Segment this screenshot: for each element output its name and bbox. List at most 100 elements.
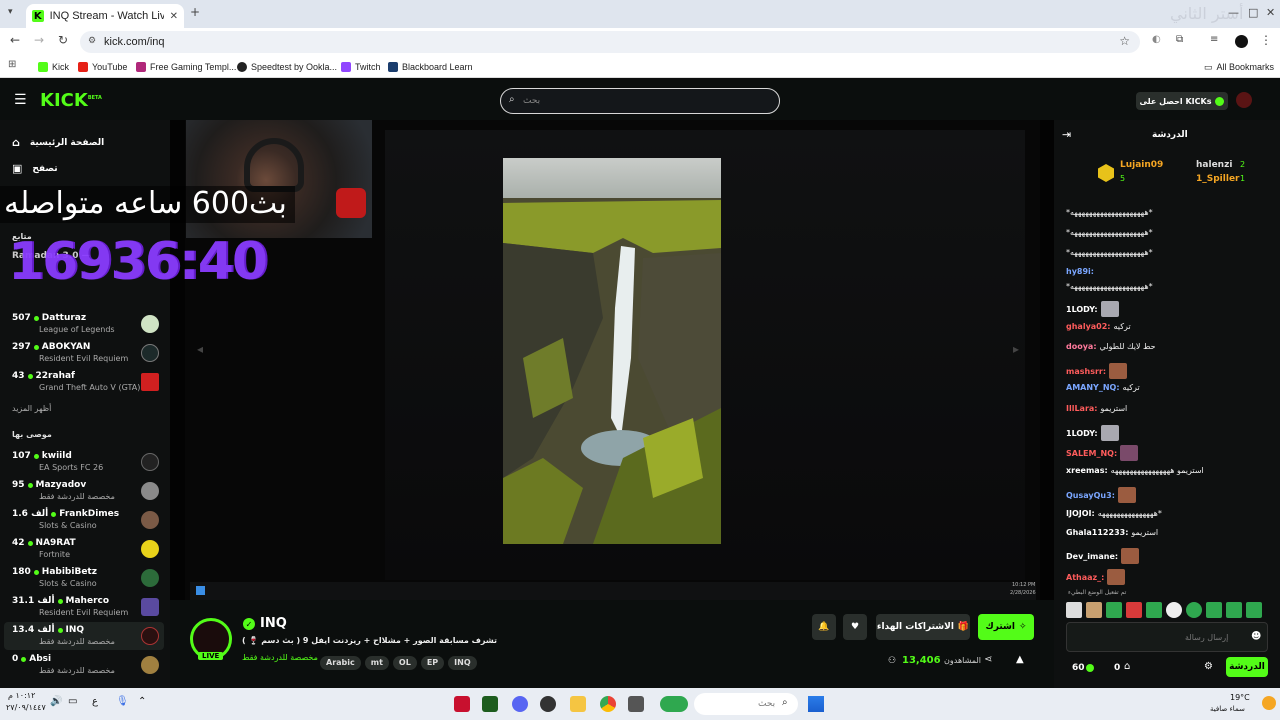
sidebar-nav-home[interactable]: ⌂ الصفحة الرئيسية <box>12 136 104 149</box>
chat-rules-icon[interactable]: ⌂ <box>1124 661 1130 672</box>
emote-icon[interactable] <box>1246 602 1262 618</box>
list-item[interactable]: 43 22rahaf Grand Theft Auto V (GTA) <box>4 368 164 396</box>
chat-username[interactable]: QusayQu3: <box>1066 491 1115 500</box>
stream-category[interactable]: مخصصة للدردشة فقط <box>242 653 318 662</box>
list-item[interactable]: 507 Datturaz League of Legends <box>4 310 164 338</box>
new-tab-icon[interactable]: + <box>190 5 200 19</box>
chat-username[interactable]: SALEM_NQ: <box>1066 449 1117 458</box>
collapse-chat-icon[interactable]: ⇥ <box>1062 128 1071 141</box>
browser-tab[interactable]: K INQ Stream - Watch Live or ✕ <box>26 4 184 28</box>
minimize-icon[interactable]: — <box>1228 6 1239 19</box>
leader-name[interactable]: halenzi <box>1196 160 1232 170</box>
emote-icon[interactable] <box>1106 602 1122 618</box>
tag-pill[interactable]: EP <box>420 655 445 670</box>
get-kicks-button[interactable]: احصل على KICKs <box>1136 92 1228 110</box>
mic-icon[interactable]: 🎙 <box>116 696 129 707</box>
url-field[interactable]: ⚙ kick.com/inq ☆ <box>80 31 1140 53</box>
list-item[interactable]: 1.6 ألف FrankDimes Slots & Casino <box>4 506 164 534</box>
apps-grid-icon[interactable]: ⊞ <box>8 59 16 70</box>
chat-username[interactable]: IllLara: <box>1066 404 1098 413</box>
maximize-icon[interactable]: □ <box>1248 6 1258 19</box>
gift-subs-button[interactable]: الاشتراكات الهداء 🎁 <box>876 614 970 640</box>
show-more-link[interactable]: أظهر المزيد <box>12 404 51 413</box>
site-info-icon[interactable]: ⚙ <box>88 35 96 46</box>
emote-icon[interactable] <box>1086 602 1102 618</box>
bookmark-twitch[interactable]: Twitch <box>341 60 381 74</box>
follow-heart-button[interactable]: ♥ <box>843 614 867 640</box>
chat-username[interactable]: Ghala112233: <box>1066 528 1128 537</box>
weather-temp[interactable]: 19°C <box>1230 693 1250 702</box>
chrome-menu-icon[interactable]: ⋮ <box>1260 33 1272 47</box>
list-item[interactable]: 95 Mazyadov مخصصة للدردشة فقط <box>4 477 164 505</box>
all-bookmarks[interactable]: ▭ All Bookmarks <box>1204 60 1274 74</box>
chat-username[interactable]: hy89i: <box>1066 267 1094 276</box>
kick-logo[interactable]: KICKBETA <box>40 90 102 111</box>
subscribe-button[interactable]: اشترك ✧ <box>978 614 1034 640</box>
streamer-name[interactable]: INQ <box>260 616 287 631</box>
list-item[interactable]: 31.1 ألف Maherco Resident Evil Requiem <box>4 593 164 621</box>
emote-icon[interactable] <box>1226 602 1242 618</box>
app-icon[interactable] <box>540 696 556 712</box>
chat-username[interactable]: xreemas: <box>1066 466 1108 475</box>
search-input[interactable]: ⌕ بحث <box>500 88 780 114</box>
emote-icon[interactable] <box>1066 602 1082 618</box>
prev-arrow-icon[interactable]: ◂ <box>197 342 203 356</box>
forward-icon[interactable]: → <box>34 33 44 47</box>
chat-username[interactable]: IJOJOI: <box>1066 509 1095 518</box>
chat-username[interactable]: AMANY_NQ: <box>1066 383 1120 392</box>
keyboard-lang-icon[interactable]: ع <box>92 696 98 707</box>
chat-settings-icon[interactable]: ⚙ <box>1204 661 1213 672</box>
tab-close-icon[interactable]: ✕ <box>170 11 178 22</box>
chat-username[interactable]: 1LODY: <box>1066 305 1098 314</box>
list-item[interactable]: 297 ABOKYAN Resident Evil Requiem <box>4 339 164 367</box>
emote-icon[interactable] <box>1206 602 1222 618</box>
emote-icon[interactable] <box>1146 602 1162 618</box>
tag-pill[interactable]: OL <box>392 655 417 670</box>
discord-icon[interactable] <box>512 696 528 712</box>
chrome-icon[interactable] <box>600 696 616 712</box>
chat-input[interactable]: إرسال رسالة ☻ <box>1066 622 1268 652</box>
report-icon[interactable]: ▲ <box>1016 654 1024 665</box>
tag-pill[interactable]: Arabic <box>320 655 361 670</box>
sidebar-nav-browse[interactable]: ▣ تصفح <box>12 162 58 175</box>
bookmark-kick[interactable]: Kick <box>38 60 69 74</box>
volume-icon[interactable]: 🔊 <box>50 696 62 707</box>
emoji-picker-icon[interactable]: ☻ <box>1251 631 1261 642</box>
user-avatar[interactable] <box>1236 92 1252 108</box>
hamburger-menu-icon[interactable]: ☰ <box>14 92 27 108</box>
list-item[interactable]: 42 NA9RAT Fortnite <box>4 535 164 563</box>
chat-username[interactable]: 1LODY: <box>1066 429 1098 438</box>
acrobat-icon[interactable] <box>454 696 470 712</box>
tag-pill[interactable]: mt <box>364 655 389 670</box>
next-arrow-icon[interactable]: ▸ <box>1013 342 1019 356</box>
chat-username[interactable]: dooya: <box>1066 342 1097 351</box>
tag-pill[interactable]: INQ <box>448 655 477 670</box>
notifications-button[interactable]: 🔔 <box>812 614 836 640</box>
chat-username[interactable]: ghalya02: <box>1066 322 1111 331</box>
media-control-icon[interactable]: ≡ <box>1210 34 1218 45</box>
extension-icon[interactable]: ◐ <box>1152 34 1161 45</box>
emote-icon[interactable] <box>1166 602 1182 618</box>
bookmark-gaming-templates[interactable]: Free Gaming Templ... <box>136 60 236 74</box>
list-item[interactable]: 107 kwiild EA Sports FC 26 <box>4 448 164 476</box>
emote-icon[interactable] <box>1126 602 1142 618</box>
share-icon[interactable]: ⋖ <box>984 654 992 665</box>
list-item[interactable]: 180 HabibiBetz Slots & Casino <box>4 564 164 592</box>
cloud-app-icon[interactable] <box>660 696 688 712</box>
bookmark-star-icon[interactable]: ☆ <box>1119 34 1130 48</box>
close-window-icon[interactable]: ✕ <box>1266 6 1275 19</box>
emote-icon[interactable] <box>1186 602 1202 618</box>
taskbar-search[interactable]: بحث ⌕ <box>694 693 798 715</box>
windows-start-icon[interactable] <box>808 696 824 712</box>
profile-avatar[interactable] <box>1235 35 1248 48</box>
file-explorer-icon[interactable] <box>570 696 586 712</box>
bookmark-blackboard[interactable]: Blackboard Learn <box>388 60 473 74</box>
list-item-active[interactable]: 13.4 ألف INQ مخصصة للدردشة فقط <box>4 622 164 650</box>
tray-chevron-icon[interactable]: ⌃ <box>138 696 146 707</box>
bookmark-youtube[interactable]: YouTube <box>78 60 127 74</box>
extensions-puzzle-icon[interactable]: ⧉ <box>1176 34 1183 45</box>
send-chat-button[interactable]: الدردشة <box>1226 657 1268 677</box>
list-item[interactable]: 0 Absi مخصصة للدردشة فقط <box>4 651 164 679</box>
nvidia-icon[interactable] <box>482 696 498 712</box>
chat-username[interactable]: Athaaz_: <box>1066 573 1104 582</box>
